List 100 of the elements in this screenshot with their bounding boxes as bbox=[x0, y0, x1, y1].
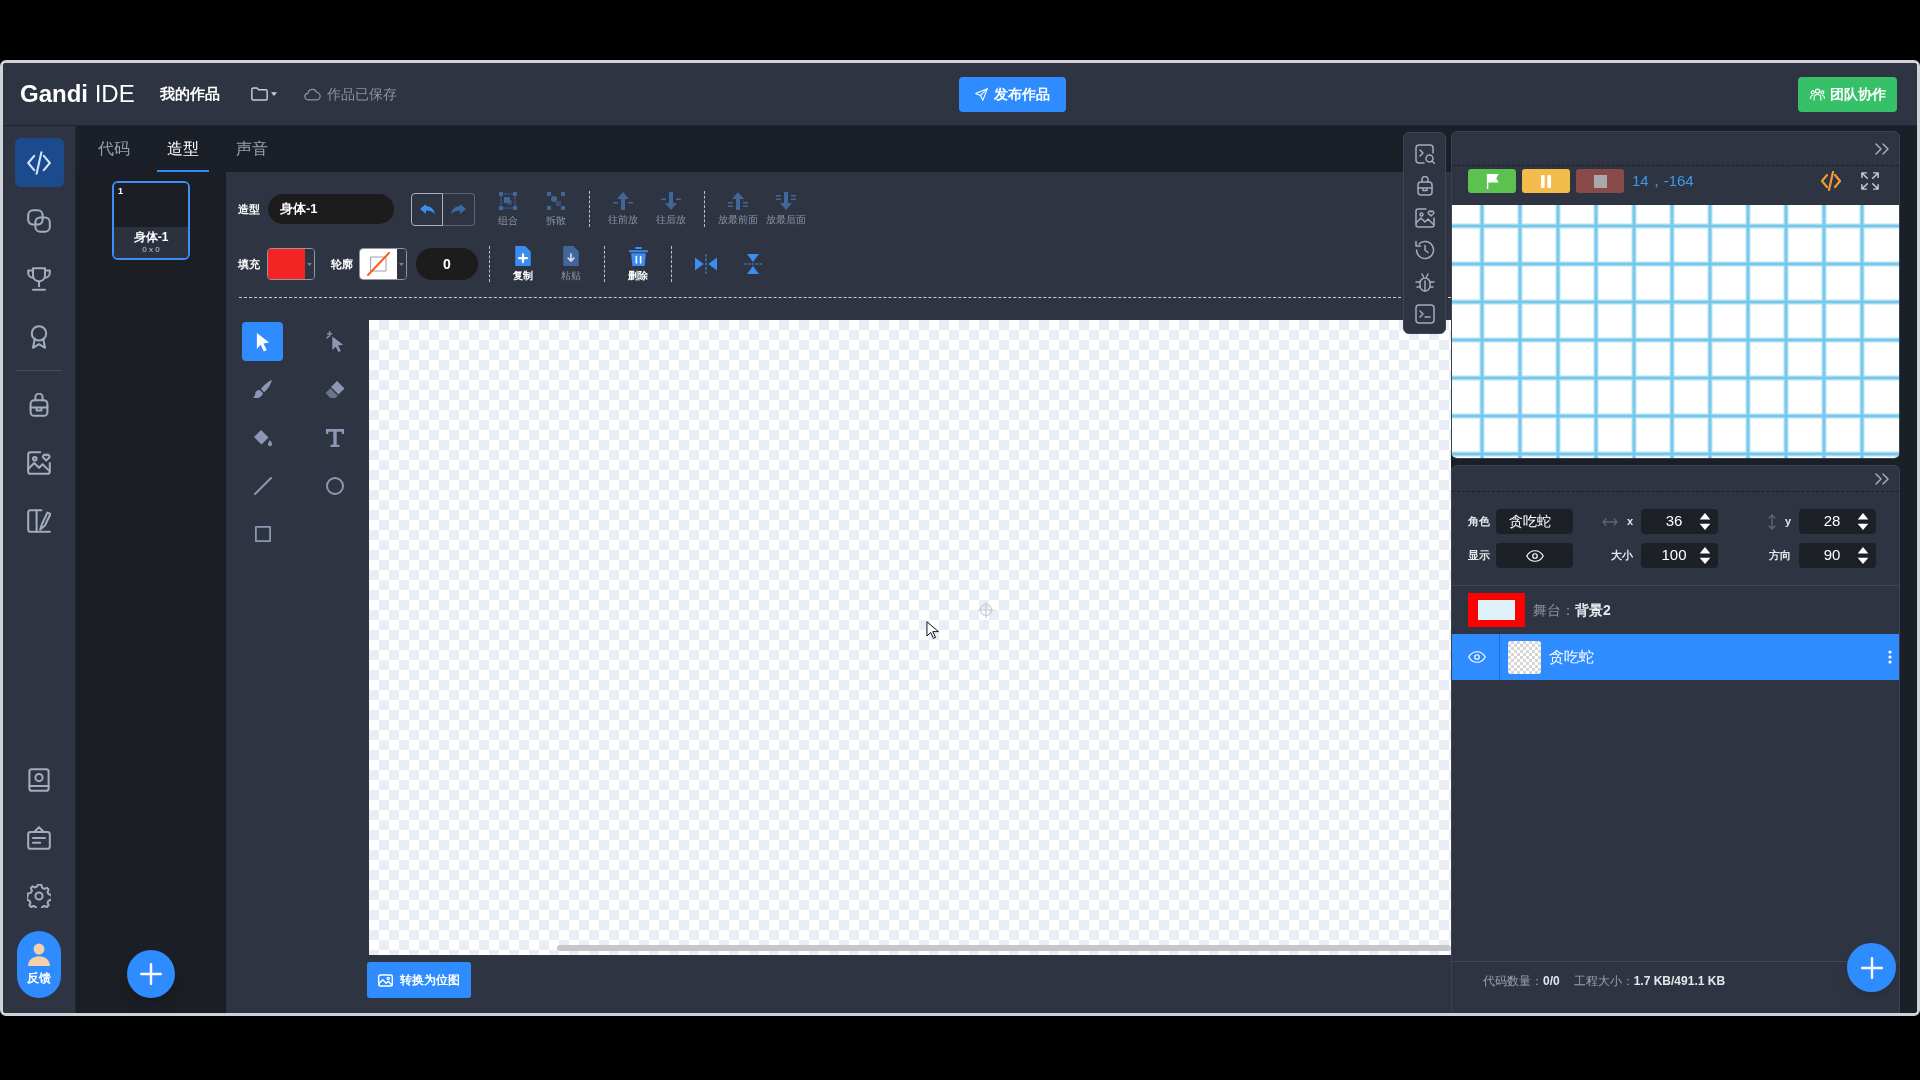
eye-icon[interactable] bbox=[1468, 651, 1486, 663]
feedback-button[interactable]: 反馈 bbox=[17, 931, 61, 998]
vertical-arrows-icon bbox=[1767, 513, 1776, 530]
outline-width-field[interactable]: 0 bbox=[416, 248, 478, 280]
plus-icon bbox=[140, 963, 162, 985]
stop-icon bbox=[1593, 174, 1607, 188]
undo-button[interactable] bbox=[411, 192, 443, 226]
sprite-list-item[interactable]: 贪吃蛇 bbox=[1452, 634, 1899, 680]
double-chevron-right-icon bbox=[1875, 472, 1889, 485]
caret-down-icon bbox=[399, 262, 404, 266]
circle-icon bbox=[325, 476, 344, 495]
sidebar-button[interactable] bbox=[14, 138, 64, 187]
sprite-name-field[interactable]: 贪吃蛇 bbox=[1496, 509, 1573, 534]
fill-color-button[interactable] bbox=[267, 248, 315, 280]
text-tool-icon bbox=[325, 428, 344, 447]
collapse-button[interactable] bbox=[1875, 142, 1889, 155]
stage-thumbnail[interactable] bbox=[1468, 593, 1525, 627]
code-icon bbox=[27, 150, 51, 175]
spinner-arrows-icon bbox=[1857, 547, 1869, 564]
costume-card[interactable]: 1 身体-1 0 x 0 bbox=[112, 181, 190, 260]
flip-horizontal-icon bbox=[695, 254, 717, 274]
code-count-label: 代码数量： bbox=[1483, 973, 1543, 989]
folder-icon bbox=[250, 87, 268, 101]
field-label: 轮廓 bbox=[331, 256, 353, 272]
folder-menu-button[interactable] bbox=[250, 87, 277, 101]
ungroup-icon bbox=[546, 191, 566, 211]
costume-number: 1 bbox=[118, 186, 123, 196]
image-heart-icon bbox=[27, 450, 51, 475]
linked-squares-icon bbox=[27, 208, 51, 233]
image-heart-icon[interactable] bbox=[1414, 208, 1435, 228]
more-options-icon[interactable] bbox=[1888, 650, 1892, 664]
collapse-button[interactable] bbox=[1875, 472, 1889, 485]
file-plus-icon bbox=[515, 246, 531, 266]
size-field[interactable]: 100 bbox=[1641, 543, 1718, 568]
arrow-down-icon bbox=[661, 192, 681, 210]
sprite-thumbnail bbox=[1508, 640, 1541, 674]
crosshair-icon bbox=[978, 602, 994, 618]
horizontal-arrows-icon bbox=[1601, 517, 1618, 526]
tab[interactable]: 声音 bbox=[226, 126, 278, 172]
trash-icon bbox=[628, 246, 648, 266]
caret-down-icon bbox=[307, 262, 312, 266]
copy-button[interactable]: 复制 bbox=[501, 246, 545, 282]
code-icon[interactable] bbox=[1821, 171, 1841, 191]
reshape-arrow-icon bbox=[325, 331, 344, 352]
visibility-toggle[interactable] bbox=[1496, 543, 1573, 568]
add-sprite-button[interactable] bbox=[1847, 943, 1896, 992]
double-chevron-right-icon bbox=[1875, 142, 1889, 155]
x-position-field[interactable]: 36 bbox=[1641, 509, 1718, 534]
paint-bucket-icon bbox=[253, 428, 272, 447]
fullscreen-icon[interactable] bbox=[1861, 172, 1879, 190]
backpack-icon bbox=[27, 392, 51, 417]
book-icon bbox=[27, 767, 51, 792]
team-icon bbox=[1809, 87, 1825, 101]
trophy-icon bbox=[27, 266, 51, 291]
costume-name-field[interactable]: 身体-1 bbox=[268, 194, 394, 224]
pause-icon bbox=[1541, 174, 1551, 188]
stop-button[interactable] bbox=[1576, 169, 1624, 193]
history-icon[interactable] bbox=[1414, 240, 1435, 260]
code-count-value: 0/0 bbox=[1543, 973, 1560, 989]
file-arrow-icon bbox=[563, 246, 579, 266]
outline-color-button[interactable] bbox=[359, 248, 407, 280]
bug-icon[interactable] bbox=[1414, 272, 1435, 292]
mouse-cursor-icon bbox=[926, 621, 939, 640]
eraser-icon bbox=[324, 381, 345, 398]
convert-to-bitmap-button[interactable]: 转换为位图 bbox=[367, 962, 471, 998]
scrollbar-thumb[interactable] bbox=[557, 945, 1451, 951]
undo-icon bbox=[419, 203, 435, 215]
project-size-label: 工程大小： bbox=[1573, 973, 1634, 989]
y-position-field[interactable]: 28 bbox=[1799, 509, 1876, 534]
plus-icon bbox=[1860, 956, 1883, 979]
spinner-arrows-icon bbox=[1699, 513, 1711, 530]
code-search-icon[interactable] bbox=[1414, 144, 1435, 164]
spinner-arrows-icon bbox=[1699, 547, 1711, 564]
terminal-icon[interactable] bbox=[1414, 304, 1435, 324]
briefcase-icon bbox=[27, 825, 51, 850]
backpack-icon[interactable] bbox=[1414, 176, 1435, 196]
select-tool-button[interactable] bbox=[242, 322, 283, 361]
square-icon bbox=[254, 525, 271, 542]
flag-icon bbox=[1485, 173, 1499, 189]
spinner-arrows-icon bbox=[1857, 513, 1869, 530]
delete-button[interactable]: 删除 bbox=[616, 246, 660, 282]
field-label: x bbox=[1626, 514, 1633, 530]
costume-size: 0 x 0 bbox=[142, 245, 160, 255]
tab[interactable]: 代码 bbox=[88, 126, 140, 172]
sprite-name: 贪吃蛇 bbox=[1549, 646, 1594, 667]
arrow-up-icon bbox=[613, 192, 633, 210]
save-status: 作品已保存 bbox=[326, 84, 397, 104]
project-menu[interactable]: 我的作品 bbox=[159, 82, 220, 106]
field-label: 方向 bbox=[1769, 548, 1791, 564]
app-logo: Gandi IDE bbox=[20, 82, 135, 106]
flip-horizontal-button[interactable] bbox=[695, 254, 717, 274]
brush-icon bbox=[253, 380, 272, 399]
publish-button[interactable]: 发布作品 bbox=[959, 76, 1066, 112]
project-size-value: 1.7 KB/491.1 KB bbox=[1633, 973, 1726, 989]
person-silhouette-icon bbox=[28, 942, 50, 966]
direction-field[interactable]: 90 bbox=[1799, 543, 1876, 568]
add-costume-button[interactable] bbox=[127, 950, 175, 998]
flip-vertical-button[interactable] bbox=[742, 254, 764, 274]
redo-icon bbox=[451, 203, 466, 215]
flip-vertical-icon bbox=[744, 254, 762, 274]
